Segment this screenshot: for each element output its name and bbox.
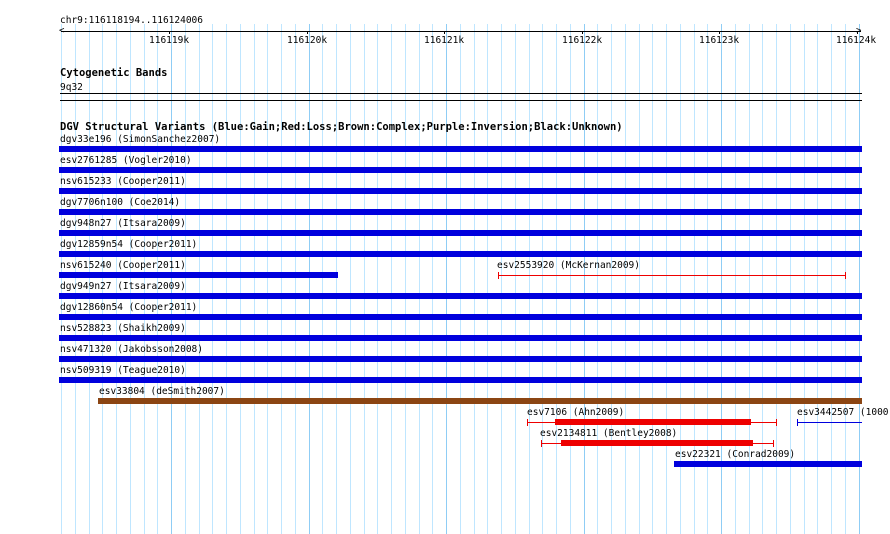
- feature-label: esv3442507 (1000: [797, 407, 889, 418]
- ruler-axis: [61, 31, 861, 32]
- ruler-tick: [444, 31, 445, 34]
- feature-label: esv22321 (Conrad2009): [675, 449, 796, 460]
- ruler-tick-label: 116119k: [149, 35, 190, 46]
- feature-label: esv2761285 (Vogler2010): [60, 155, 192, 166]
- feature-label: dgv7706n100 (Coe2014): [60, 197, 181, 208]
- ruler-tick: [307, 31, 308, 34]
- gain-feature[interactable]: [797, 422, 862, 423]
- location-label: chr9:116118194..116124006: [60, 15, 203, 26]
- cytoband-track-title: Cytogenetic Bands: [60, 67, 168, 79]
- feature-label: nsv615240 (Cooper2011): [60, 260, 186, 271]
- gain-feature[interactable]: [59, 314, 862, 320]
- ruler-tick-label: 116120k: [287, 35, 328, 46]
- gain-feature[interactable]: [59, 230, 862, 236]
- ruler-left-arrow: <: [59, 26, 65, 36]
- dgv-track-title: DGV Structural Variants (Blue:Gain;Red:L…: [60, 121, 623, 133]
- feature-label: dgv12859n54 (Cooper2011): [60, 239, 198, 250]
- gain-feature-cap: [797, 419, 798, 426]
- ruler-tick: [169, 31, 170, 34]
- feature-label: nsv528823 (Shaikh2009): [60, 323, 186, 334]
- gain-feature[interactable]: [59, 335, 862, 341]
- feature-label: nsv509319 (Teague2010): [60, 365, 186, 376]
- gain-feature[interactable]: [674, 461, 862, 467]
- feature-label: esv2134811 (Bentley2008): [540, 428, 678, 439]
- feature-label: nsv471320 (Jakobsson2008): [60, 344, 203, 355]
- gain-feature[interactable]: [59, 209, 862, 215]
- gain-feature[interactable]: [59, 272, 338, 278]
- loss-feature[interactable]: [555, 419, 751, 425]
- gain-feature[interactable]: [59, 377, 862, 383]
- feature-label: esv2553920 (McKernan2009): [497, 260, 640, 271]
- complex-feature[interactable]: [98, 398, 862, 404]
- feature-label: nsv615233 (Cooper2011): [60, 176, 186, 187]
- loss-feature-cap: [845, 272, 846, 279]
- gain-feature[interactable]: [59, 167, 862, 173]
- loss-feature-cap: [498, 272, 499, 279]
- feature-label: dgv12860n54 (Cooper2011): [60, 302, 198, 313]
- track-separator: [60, 100, 862, 101]
- ruler-tick-label: 116123k: [699, 35, 740, 46]
- ruler-tick-label: 116124k: [836, 35, 877, 46]
- feature-label: esv33804 (deSmith2007): [99, 386, 225, 397]
- gain-feature[interactable]: [59, 146, 862, 152]
- loss-feature-cap: [773, 440, 774, 447]
- feature-label: dgv949n27 (Itsara2009): [60, 281, 186, 292]
- loss-feature-cap: [541, 440, 542, 447]
- gain-feature[interactable]: [59, 188, 862, 194]
- gain-feature[interactable]: [59, 293, 862, 299]
- gain-feature[interactable]: [59, 251, 862, 257]
- feature-label: esv7106 (Ahn2009): [527, 407, 625, 418]
- cytoband-label: 9q32: [60, 82, 83, 93]
- cytoband-track-line: [60, 93, 862, 94]
- loss-feature-cap: [527, 419, 528, 426]
- feature-label: dgv948n27 (Itsara2009): [60, 218, 186, 229]
- gain-feature[interactable]: [59, 356, 862, 362]
- ruler-tick: [857, 31, 858, 34]
- loss-feature[interactable]: [561, 440, 753, 446]
- loss-feature-cap: [776, 419, 777, 426]
- ruler-tick-label: 116122k: [562, 35, 603, 46]
- ruler-tick: [582, 31, 583, 34]
- loss-feature[interactable]: [498, 275, 846, 276]
- ruler-tick-label: 116121k: [424, 35, 465, 46]
- ruler-tick: [719, 31, 720, 34]
- feature-label: dgv33e196 (SimonSanchez2007): [60, 134, 221, 145]
